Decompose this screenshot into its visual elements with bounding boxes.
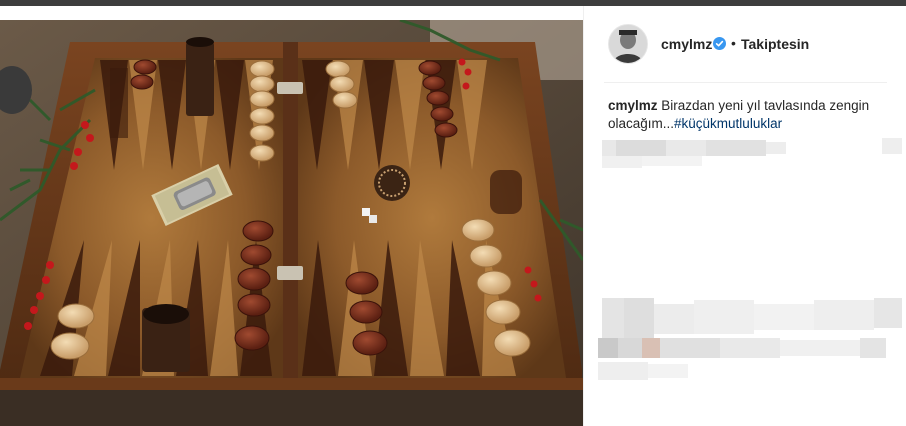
avatar-image bbox=[609, 25, 647, 63]
post-header: cmylmz • Takiptesin bbox=[584, 6, 906, 82]
following-button[interactable]: Takiptesin bbox=[741, 36, 809, 52]
blurred-comment-1 bbox=[602, 136, 902, 170]
username-link[interactable]: cmylmz bbox=[661, 36, 712, 52]
header-divider bbox=[604, 82, 887, 83]
backgammon-photo bbox=[0, 20, 583, 426]
post-photo[interactable] bbox=[0, 20, 583, 426]
hashtag-link[interactable]: #küçükmutluluklar bbox=[674, 116, 782, 131]
blurred-comment-2 bbox=[598, 294, 903, 394]
avatar[interactable] bbox=[608, 24, 648, 64]
separator-dot: • bbox=[731, 35, 736, 51]
verified-badge-icon bbox=[713, 37, 726, 50]
caption-username-link[interactable]: cmylmz bbox=[608, 98, 658, 113]
post-caption: cmylmz Birazdan yeni yıl tavlasında zeng… bbox=[608, 97, 888, 133]
post-info-panel: cmylmz • Takiptesin cmylmz Birazdan yeni… bbox=[583, 6, 906, 426]
